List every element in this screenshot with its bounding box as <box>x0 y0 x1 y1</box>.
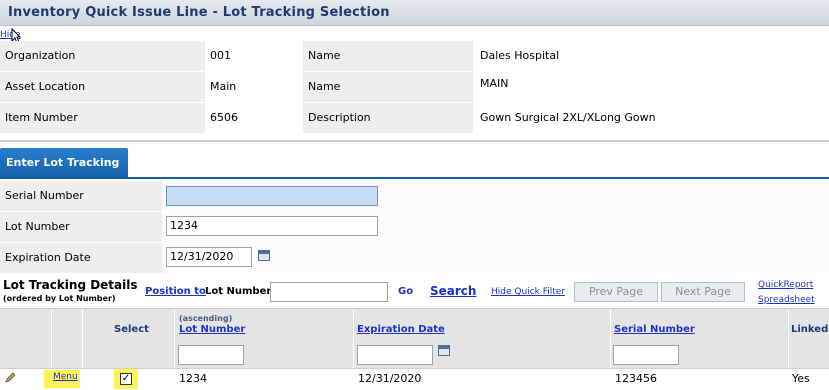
row-linked: Yes <box>792 372 810 385</box>
search-link[interactable]: Search <box>430 284 476 298</box>
title-bar: Inventory Quick Issue Line - Lot Trackin… <box>0 0 829 26</box>
lot-number-input[interactable]: 1234 <box>166 216 378 236</box>
lot-tracking-details-toolbar: Lot Tracking Details (ordered by Lot Num… <box>0 276 829 308</box>
expiration-date-label: Expiration Date <box>0 243 162 273</box>
serial-number-label: Serial Number <box>0 181 162 211</box>
quick-report-link[interactable]: QuickReport <box>758 280 813 290</box>
organization-value: 001 <box>205 41 301 71</box>
sort-direction-note: (ascending) <box>179 314 233 323</box>
position-to-input[interactable] <box>270 282 388 302</box>
row-lot-number: 1234 <box>179 372 207 385</box>
lot-number-field-cell: 1234 <box>162 212 829 242</box>
info-row-organization: Organization 001 Name Dales Hospital <box>0 41 829 72</box>
row-menu-link[interactable]: Menu <box>53 372 78 382</box>
window-title: Inventory Quick Issue Line - Lot Trackin… <box>8 5 390 20</box>
location-name-value: MAIN <box>475 72 829 102</box>
serial-number-field-cell <box>162 181 829 211</box>
position-field-label: Lot Number <box>205 286 272 297</box>
lot-number-label: Lot Number <box>0 212 162 242</box>
prev-page-button[interactable]: Prev Page <box>574 282 658 302</box>
org-name-value: Dales Hospital <box>475 41 829 71</box>
expiration-date-filter-input[interactable] <box>357 345 433 365</box>
pencil-icon[interactable] <box>4 372 16 384</box>
tab-enter-lot-tracking[interactable]: Enter Lot Tracking <box>0 148 128 178</box>
serial-number-column-header[interactable]: Serial Number <box>614 324 695 335</box>
expiration-date-field-cell: 12/31/2020 <box>162 243 829 273</box>
go-link[interactable]: Go <box>398 286 413 297</box>
lot-number-column-header[interactable]: Lot Number <box>179 324 245 335</box>
organization-label: Organization <box>0 41 205 71</box>
serial-number-filter-input[interactable] <box>613 345 679 365</box>
lot-number-row: Lot Number 1234 <box>0 212 829 243</box>
asset-location-label: Asset Location <box>0 72 205 102</box>
hide-quick-filter-link[interactable]: Hide Quick Filter <box>491 287 565 297</box>
calendar-icon[interactable] <box>438 345 450 356</box>
tab-underline <box>0 177 829 179</box>
expiration-date-input[interactable]: 12/31/2020 <box>166 247 252 267</box>
item-number-value: 6506 <box>205 103 301 133</box>
serial-number-row: Serial Number <box>0 181 829 212</box>
row-expiration-date: 12/31/2020 <box>358 372 422 385</box>
table-row[interactable]: Menu ✓ 1234 12/31/2020 123456 Yes <box>0 368 829 390</box>
asset-location-value: Main <box>205 72 301 102</box>
lot-number-filter-input[interactable] <box>178 345 244 365</box>
description-label: Description <box>303 103 473 133</box>
calendar-icon[interactable] <box>258 250 270 261</box>
spreadsheet-link[interactable]: Spreadsheet <box>758 295 815 305</box>
position-to-link[interactable]: Position to <box>145 286 206 297</box>
info-row-asset-location: Asset Location Main Name MAIN <box>0 72 829 103</box>
tab-strip: Enter Lot Tracking <box>0 140 829 179</box>
info-row-item-number: Item Number 6506 Description Gown Surgic… <box>0 103 829 134</box>
grid-header: Select (ascending) Lot Number Expiration… <box>0 308 829 390</box>
location-name-label: Name <box>303 72 473 102</box>
org-name-label: Name <box>303 41 473 71</box>
item-number-label: Item Number <box>0 103 205 133</box>
linked-column-header: Linked <box>791 324 829 335</box>
description-value: Gown Surgical 2XL/XLong Gown <box>475 103 829 133</box>
row-serial-number: 123456 <box>615 372 657 385</box>
details-title: Lot Tracking Details <box>3 278 138 292</box>
select-header: Select <box>114 324 149 335</box>
expiration-date-column-header[interactable]: Expiration Date <box>357 324 445 335</box>
next-page-button[interactable]: Next Page <box>661 282 745 302</box>
select-checkbox[interactable]: ✓ <box>120 373 132 385</box>
expiration-date-row: Expiration Date 12/31/2020 <box>0 243 829 274</box>
details-subtitle: (ordered by Lot Number) <box>3 294 116 303</box>
serial-number-input[interactable] <box>166 186 378 206</box>
